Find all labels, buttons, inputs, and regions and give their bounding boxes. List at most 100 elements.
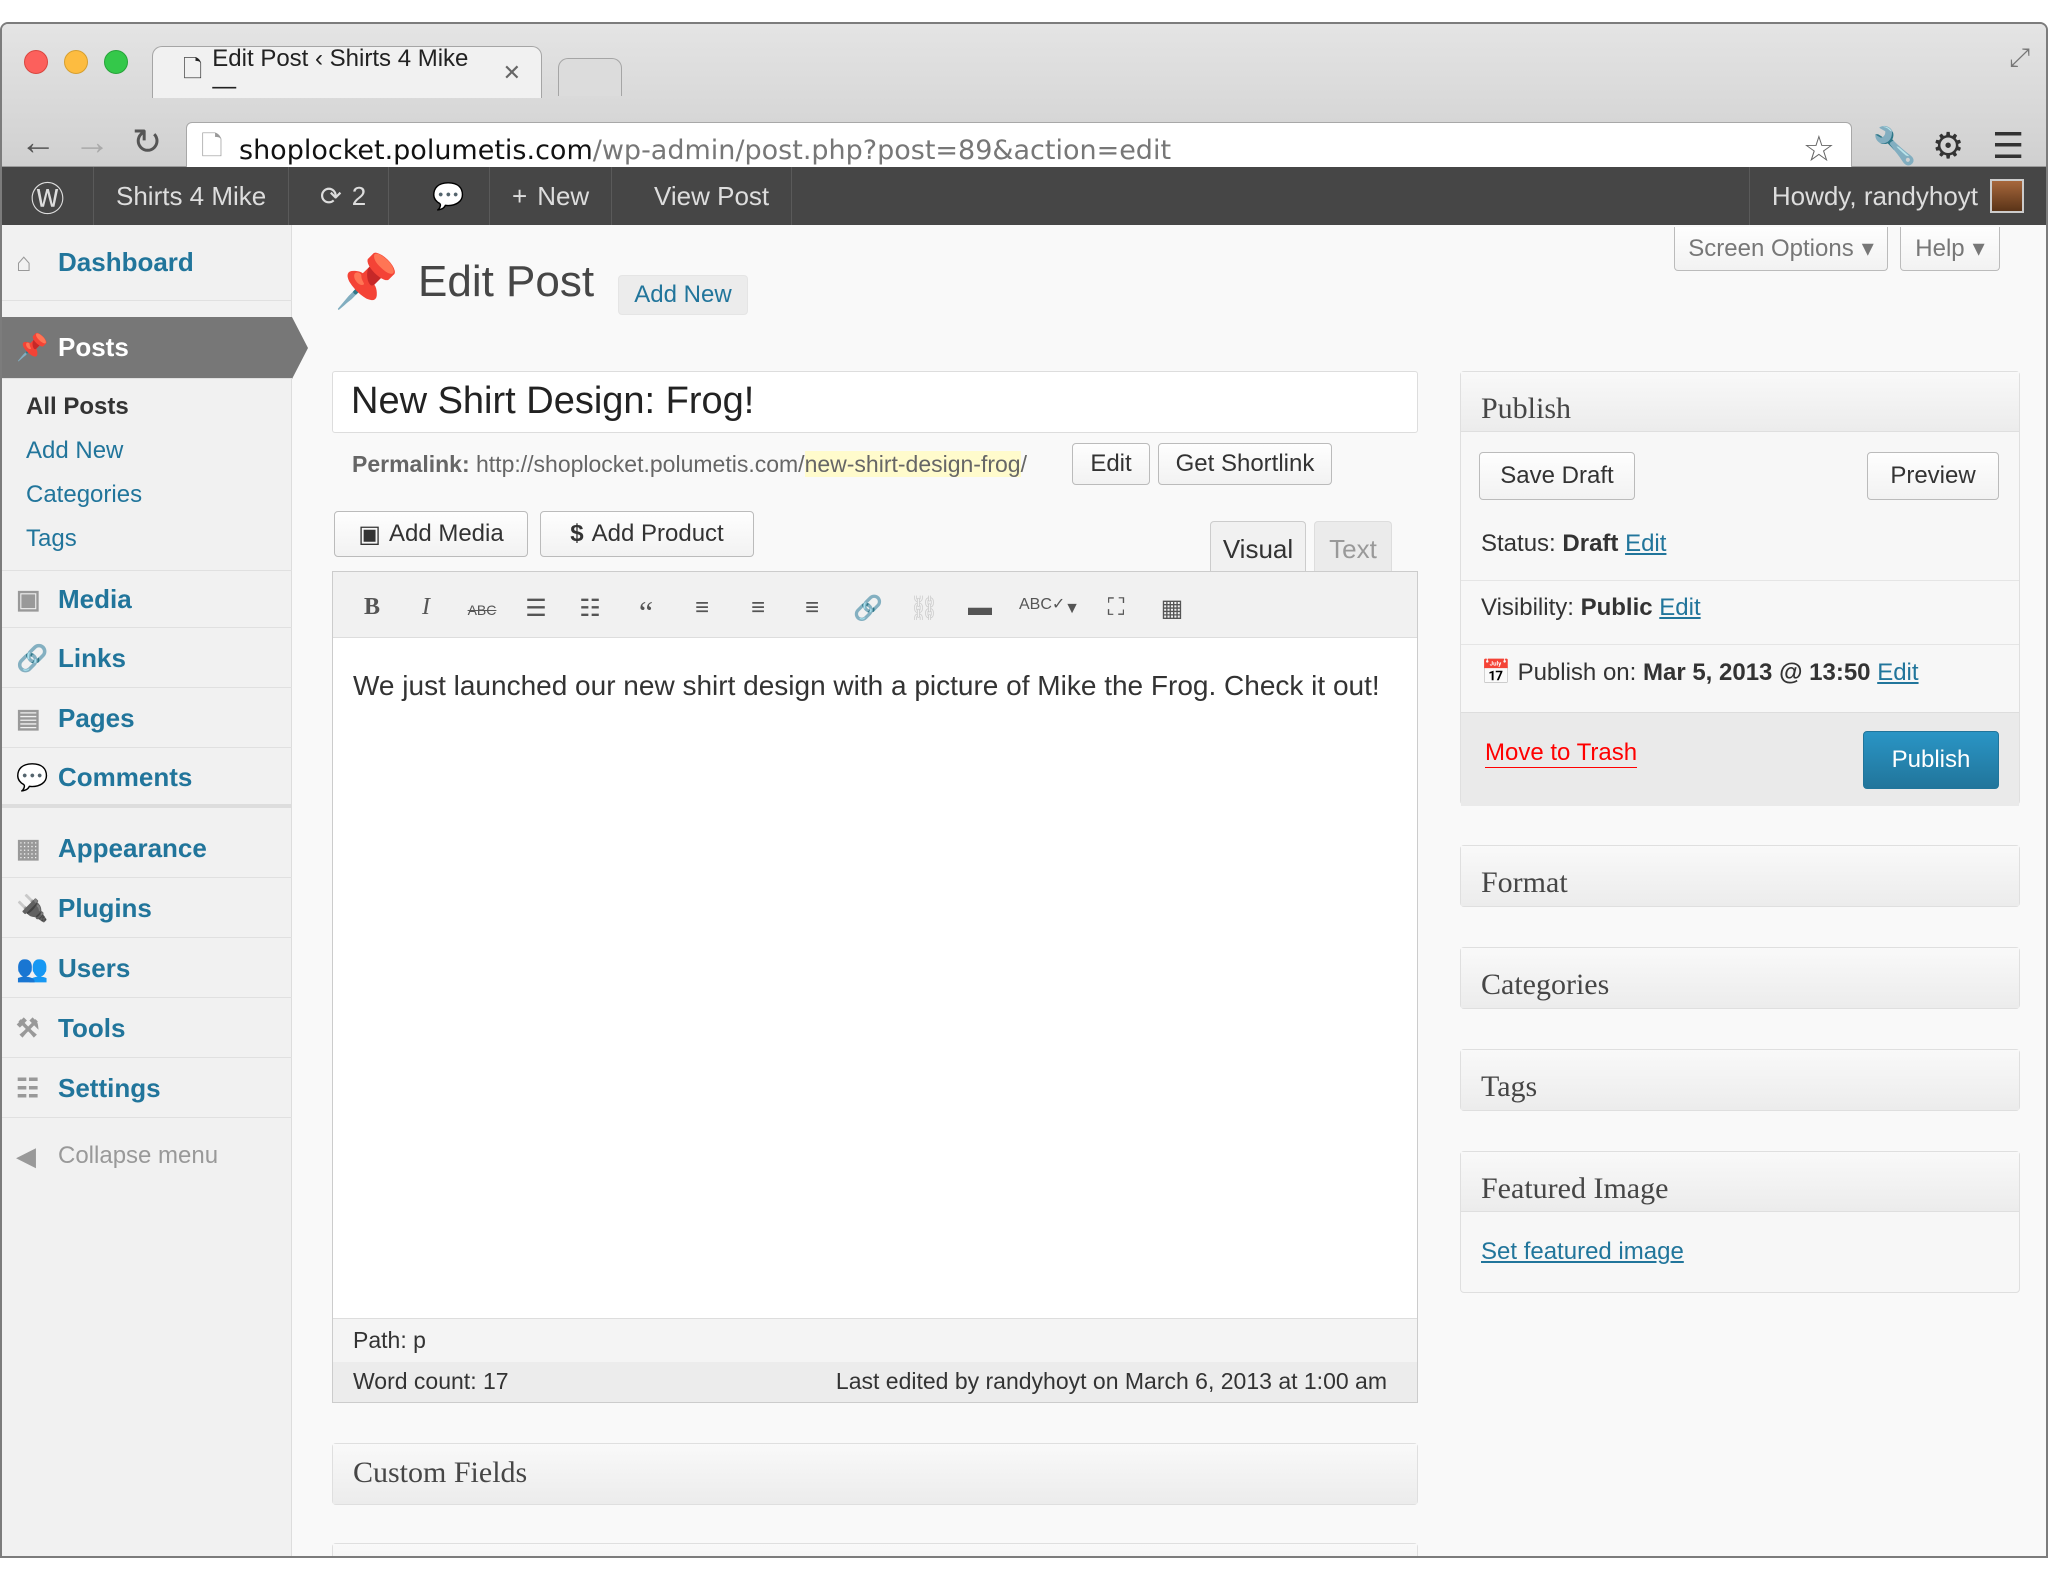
unlink-icon[interactable]: ⛓ xyxy=(907,594,941,623)
bold-icon[interactable]: B xyxy=(355,594,389,621)
wrench-icon[interactable]: 🔧 xyxy=(1872,128,1917,164)
account-menu[interactable]: Howdy, randyhoyt xyxy=(1748,167,2046,225)
post-title-input[interactable]: New Shirt Design: Frog! xyxy=(332,371,1418,433)
move-to-trash-link[interactable]: Move to Trash xyxy=(1485,739,1638,768)
align-center-icon[interactable]: ≡ xyxy=(741,594,775,622)
edit-status-link[interactable]: Edit xyxy=(1625,530,1666,557)
link-icon: 🔗 xyxy=(16,643,49,673)
menu-dashboard[interactable]: ⌂ Dashboard xyxy=(2,225,292,301)
zoom-window-button[interactable] xyxy=(104,50,128,74)
add-media-button[interactable]: ▣ Add Media xyxy=(334,511,528,557)
tags-box[interactable]: Tags xyxy=(1460,1049,2020,1111)
home-icon: ⌂ xyxy=(16,247,32,277)
editor-path: Path: p xyxy=(333,1318,1417,1362)
tools-icon: ⚒ xyxy=(16,1013,40,1043)
plus-icon: + xyxy=(512,180,528,211)
format-box[interactable]: Format xyxy=(1460,845,2020,907)
screen-options-button[interactable]: Screen Options ▾ xyxy=(1674,227,1888,271)
blockquote-icon[interactable]: “ xyxy=(629,594,663,631)
fullscreen-icon[interactable]: ⤢ xyxy=(2009,42,2030,74)
menu-plugins[interactable]: 🔌 Plugins xyxy=(2,880,292,938)
link-icon[interactable]: 🔗 xyxy=(851,594,885,623)
bookmark-star-icon[interactable]: ☆ xyxy=(1803,129,1835,170)
submenu-all-posts[interactable]: All Posts xyxy=(26,393,129,421)
menu-appearance[interactable]: ▦ Appearance xyxy=(2,820,292,878)
plug-icon: 🔌 xyxy=(16,893,49,923)
categories-box[interactable]: Categories xyxy=(1460,947,2020,1009)
collapse-menu[interactable]: ◀ Collapse menu xyxy=(2,1127,292,1185)
menu-pages[interactable]: ▤ Pages xyxy=(2,690,292,748)
menu-users[interactable]: 👥 Users xyxy=(2,940,292,998)
view-post-link[interactable]: View Post xyxy=(632,167,793,225)
chevron-down-icon[interactable]: ▼ xyxy=(1055,600,1089,618)
spellcheck-icon[interactable]: ABC✓ xyxy=(1019,594,1065,614)
add-new-button[interactable]: Add New xyxy=(618,275,748,315)
editor-box: B I ABC ☰ ☷ “ ≡ ≡ ≡ 🔗 ⛓ ▬ ABC✓ ▼ ⛶ ▦ We … xyxy=(332,571,1418,1403)
url-host: shoplocket.polumetis.com xyxy=(239,134,593,166)
menu-icon[interactable]: ☰ xyxy=(1992,128,2024,164)
numbered-list-icon[interactable]: ☷ xyxy=(573,594,607,623)
tab-visual[interactable]: Visual xyxy=(1210,521,1306,573)
appearance-icon: ▦ xyxy=(16,833,41,863)
menu-comments[interactable]: 💬 Comments xyxy=(2,750,292,808)
permalink-row: Permalink: http://shoplocket.polumetis.c… xyxy=(352,451,1027,477)
permalink-slug[interactable]: new-shirt-design-frog xyxy=(804,451,1021,477)
publish-button[interactable]: Publish xyxy=(1863,731,1999,789)
menu-settings[interactable]: ☷ Settings xyxy=(2,1060,292,1118)
comment-icon: 💬 xyxy=(16,761,49,792)
set-featured-image-link[interactable]: Set featured image xyxy=(1481,1238,1684,1266)
help-button[interactable]: Help ▾ xyxy=(1900,227,2000,271)
align-left-icon[interactable]: ≡ xyxy=(685,594,719,622)
page-icon: 🗋 xyxy=(183,56,203,83)
custom-fields-box[interactable]: Custom Fields xyxy=(332,1443,1418,1505)
tab-text[interactable]: Text xyxy=(1314,521,1392,573)
minimize-window-button[interactable] xyxy=(64,50,88,74)
bullet-list-icon[interactable]: ☰ xyxy=(519,594,553,623)
site-name[interactable]: Shirts 4 Mike xyxy=(94,167,290,225)
dollar-icon: $ xyxy=(570,520,584,547)
edit-date-link[interactable]: Edit xyxy=(1877,659,1918,686)
revisions-box[interactable]: Revisions xyxy=(332,1543,1418,1556)
add-product-button[interactable]: $ Add Product xyxy=(540,511,754,557)
strikethrough-icon[interactable]: ABC xyxy=(465,602,499,618)
submenu-categories[interactable]: Categories xyxy=(26,481,142,509)
collapse-icon: ◀ xyxy=(16,1140,36,1171)
close-window-button[interactable] xyxy=(24,50,48,74)
menu-tools[interactable]: ⚒ Tools xyxy=(2,1000,292,1058)
tab-close-icon[interactable]: ✕ xyxy=(503,60,521,86)
edit-visibility-link[interactable]: Edit xyxy=(1659,594,1700,621)
reload-icon[interactable]: ↻ xyxy=(132,124,162,160)
menu-links[interactable]: 🔗 Links xyxy=(2,630,292,688)
menu-media[interactable]: ▣ Media xyxy=(2,570,292,628)
editor-content[interactable]: We just launched our new shirt design wi… xyxy=(353,662,1393,710)
submenu-tags[interactable]: Tags xyxy=(26,525,77,553)
categories-title: Categories xyxy=(1461,948,2019,1008)
edit-permalink-button[interactable]: Edit xyxy=(1072,443,1150,485)
browser-window: 🗋 Edit Post ‹ Shirts 4 Mike — ✕ ⤢ ← → ↻ … xyxy=(0,22,2048,1558)
new-tab-button[interactable] xyxy=(558,58,622,96)
submenu-add-new[interactable]: Add New xyxy=(26,437,123,465)
italic-icon[interactable]: I xyxy=(409,594,443,621)
back-icon[interactable]: ← xyxy=(20,124,56,160)
revisions-title: Revisions xyxy=(333,1544,1417,1556)
main-content: Screen Options ▾ Help ▾ 📌 Edit Post Add Ne… xyxy=(292,225,2046,1556)
calendar-icon: 📅 xyxy=(1481,659,1511,686)
save-draft-button[interactable]: Save Draft xyxy=(1479,452,1635,500)
wordpress-logo-icon[interactable]: Ⓦ xyxy=(2,167,94,225)
forward-icon[interactable]: → xyxy=(74,124,110,160)
menu-posts[interactable]: 📌 Posts xyxy=(2,317,308,379)
custom-fields-title: Custom Fields xyxy=(333,1444,1417,1504)
browser-tab[interactable]: 🗋 Edit Post ‹ Shirts 4 Mike — ✕ xyxy=(152,45,542,100)
comments-icon[interactable]: 💬 xyxy=(408,167,490,225)
gear-icon[interactable]: ⚙ xyxy=(1932,128,1964,164)
kitchen-sink-icon[interactable]: ▦ xyxy=(1155,594,1189,623)
new-content-link[interactable]: + New xyxy=(490,167,613,225)
align-right-icon[interactable]: ≡ xyxy=(795,594,829,622)
more-tag-icon[interactable]: ▬ xyxy=(963,594,997,622)
updates-link[interactable]: ⟳ 2 xyxy=(298,167,390,225)
fullscreen-icon[interactable]: ⛶ xyxy=(1099,594,1133,622)
media-icon: ▣ xyxy=(16,583,41,614)
get-shortlink-button[interactable]: Get Shortlink xyxy=(1158,443,1332,485)
chevron-down-icon: ▾ xyxy=(1972,235,1985,262)
preview-button[interactable]: Preview xyxy=(1867,452,1999,500)
